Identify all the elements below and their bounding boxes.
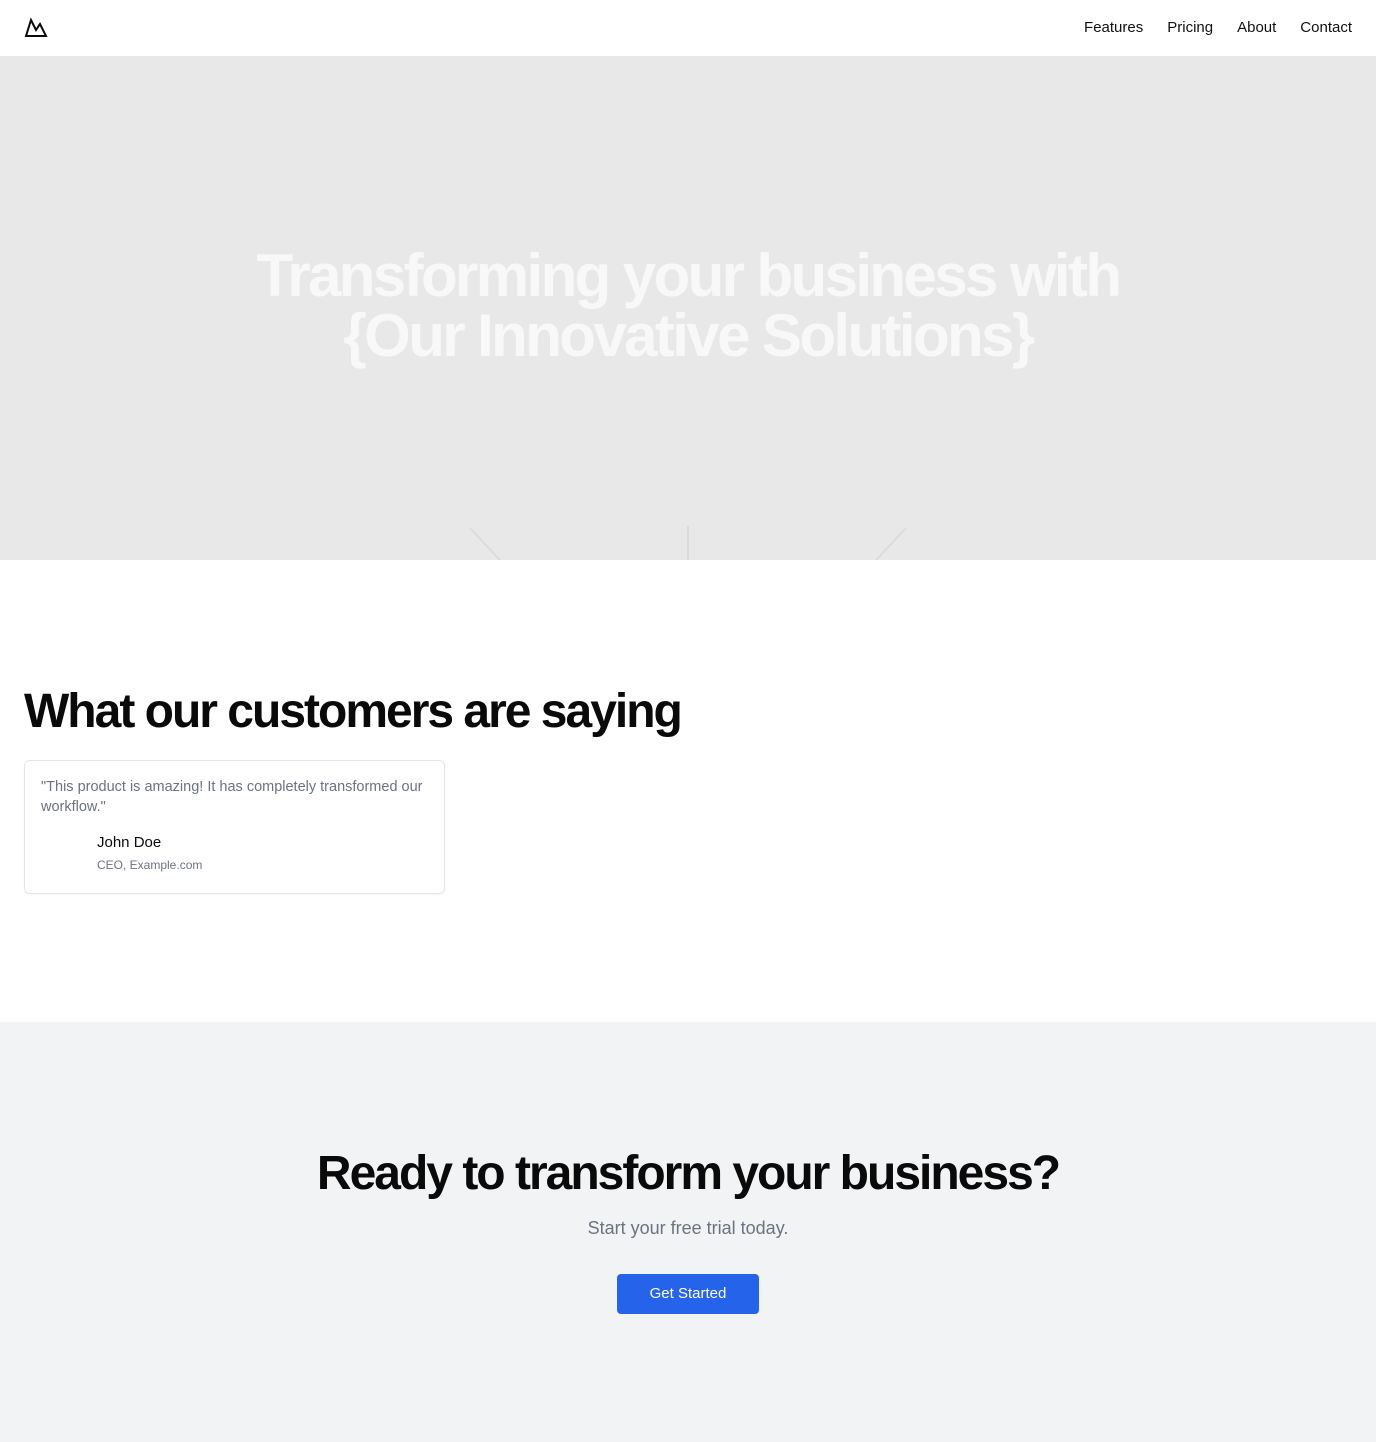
- landing-page: Features Pricing About Contact Transform…: [0, 0, 1376, 1442]
- testimonial-quote: "This product is amazing! It has complet…: [41, 779, 423, 815]
- cta-subtitle: Start your free trial today.: [587, 1218, 789, 1238]
- hero-title: Transforming your business with {Our Inn…: [0, 246, 1376, 366]
- nav-link-pricing[interactable]: Pricing: [1167, 18, 1213, 38]
- avatar: [41, 833, 81, 873]
- hero-section: Transforming your business with {Our Inn…: [0, 56, 1376, 560]
- cta-title: Ready to transform your business?: [316, 1147, 1061, 1200]
- nav-link-about[interactable]: About: [1237, 18, 1276, 38]
- author-name: John Doe: [97, 834, 162, 851]
- author-role: CEO, Example.com: [97, 858, 203, 872]
- site-header: Features Pricing About Contact: [0, 0, 1376, 56]
- testimonial-author: John Doe CEO, Example.com: [97, 833, 202, 873]
- logo-link[interactable]: [24, 16, 48, 40]
- mountain-logo-icon: [24, 17, 48, 37]
- cta-section: Ready to transform your business? Start …: [0, 1022, 1376, 1442]
- testimonial-card: "This product is amazing! It has complet…: [24, 760, 445, 894]
- hero-title-line-1: Transforming your business with: [256, 242, 1122, 309]
- nav-link-features[interactable]: Features: [1084, 18, 1143, 38]
- nav-link-contact[interactable]: Contact: [1300, 18, 1352, 38]
- main-nav: Features Pricing About Contact: [1084, 18, 1352, 38]
- testimonials-title: What our customers are saying: [24, 685, 683, 738]
- hero-title-line-2: {Our Innovative Solutions}: [343, 302, 1035, 369]
- get-started-button[interactable]: Get Started: [617, 1274, 759, 1314]
